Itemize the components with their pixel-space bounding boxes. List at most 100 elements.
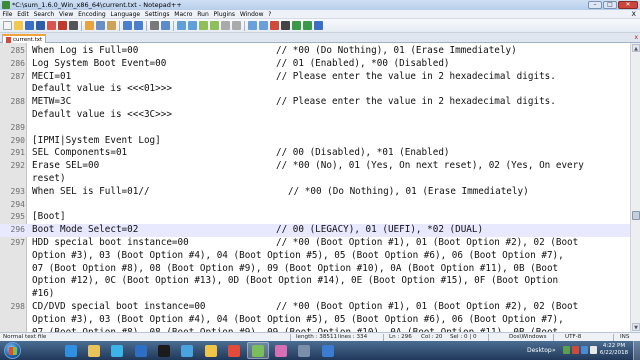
word-wrap-icon[interactable] bbox=[210, 21, 219, 30]
toolbar-expand-icon[interactable]: » bbox=[552, 341, 556, 360]
editor-line[interactable]: 294 bbox=[0, 199, 630, 212]
desktop-toolbar-label[interactable]: Desktop bbox=[527, 341, 552, 360]
tab-current-txt[interactable]: current.txt bbox=[2, 34, 47, 43]
new-file-icon[interactable] bbox=[3, 21, 12, 30]
taskbar-button[interactable] bbox=[200, 342, 222, 359]
editor-line[interactable]: 293 When SEL is Full=01// // *00 (Do Nothi… bbox=[0, 186, 630, 199]
save-macro-icon[interactable] bbox=[314, 21, 323, 30]
editor-line[interactable]: 297 HDD special boot instance=00 // *00 (B… bbox=[0, 237, 630, 250]
line-number: 285 bbox=[10, 46, 25, 55]
editor-line[interactable]: 295 [Boot] bbox=[0, 211, 630, 224]
record-macro-icon[interactable] bbox=[270, 21, 279, 30]
run-macro-multiple-icon[interactable] bbox=[303, 21, 312, 30]
close-document-button[interactable]: X bbox=[632, 10, 636, 18]
menu-window[interactable]: Window bbox=[237, 11, 265, 18]
taskbar-button[interactable] bbox=[270, 342, 292, 359]
taskbar-button[interactable] bbox=[317, 342, 339, 359]
editor-line[interactable]: Option #3), 03 (Boot Option #4), 04 (Boo… bbox=[0, 250, 630, 263]
show-desktop-button[interactable] bbox=[633, 341, 640, 360]
editor-line[interactable]: Default value is <<<01>>> bbox=[0, 83, 630, 96]
menu-macro[interactable]: Macro bbox=[172, 11, 195, 18]
editor-area[interactable]: 285 When Log is Full=00 // *00 (Do Nothing… bbox=[0, 43, 630, 332]
menu-plugins[interactable]: Plugins bbox=[211, 11, 237, 18]
taskbar-button[interactable] bbox=[130, 342, 152, 359]
scroll-down-icon[interactable]: ▼ bbox=[632, 323, 640, 331]
print-icon[interactable] bbox=[69, 21, 78, 30]
status-separator bbox=[613, 334, 614, 341]
menu-file[interactable]: File bbox=[0, 11, 15, 18]
editor-line[interactable]: Option #3), 03 (Boot Option #4), 04 (Boo… bbox=[0, 314, 630, 327]
taskbar-button[interactable] bbox=[83, 342, 105, 359]
taskbar-button[interactable] bbox=[153, 342, 175, 359]
terminal-icon bbox=[158, 344, 170, 357]
doc-map-icon[interactable] bbox=[248, 21, 257, 30]
start-button[interactable] bbox=[4, 342, 21, 359]
redo-icon[interactable] bbox=[134, 21, 143, 30]
editor-line[interactable]: 292 Erase SEL=00 // *00 (No), 01 (Yes, On … bbox=[0, 160, 630, 173]
play-macro-icon[interactable] bbox=[292, 21, 301, 30]
menu-run[interactable]: Run bbox=[195, 11, 211, 18]
copy-icon[interactable] bbox=[96, 21, 105, 30]
save-all-icon[interactable] bbox=[36, 21, 45, 30]
open-file-icon[interactable] bbox=[14, 21, 23, 30]
editor-line[interactable]: 286 Log System Boot Event=00 // 01 (Enable… bbox=[0, 58, 630, 71]
tray-icon[interactable] bbox=[572, 346, 579, 354]
clock-date: 6/22/2018 bbox=[599, 350, 629, 356]
editor-line[interactable]: 296 Boot Mode Select=02 // 00 (LEGACY), 01… bbox=[0, 224, 630, 237]
zoom-in-icon[interactable] bbox=[177, 21, 186, 30]
undo-icon[interactable] bbox=[123, 21, 132, 30]
tray-icon[interactable] bbox=[563, 346, 570, 354]
sync-scroll-icon[interactable] bbox=[199, 21, 208, 30]
taskbar-button[interactable] bbox=[247, 342, 269, 359]
paste-icon[interactable] bbox=[107, 21, 116, 30]
close-window-button[interactable]: ✕ bbox=[618, 1, 638, 9]
editor-line[interactable]: Option #12), 0C (Boot Option #13), 0D (B… bbox=[0, 275, 630, 288]
editor-line[interactable]: 289 bbox=[0, 122, 630, 135]
cut-icon[interactable] bbox=[85, 21, 94, 30]
close-file-icon[interactable] bbox=[47, 21, 56, 30]
find-icon[interactable] bbox=[150, 21, 159, 30]
menu-encoding[interactable]: Encoding bbox=[76, 11, 108, 18]
menu-view[interactable]: View bbox=[57, 11, 76, 18]
menu-help[interactable]: ? bbox=[266, 11, 274, 18]
save-icon[interactable] bbox=[25, 21, 34, 30]
vertical-scrollbar[interactable]: ▲ ▼ bbox=[630, 43, 640, 332]
tray-icon[interactable] bbox=[590, 346, 597, 354]
indent-guide-icon[interactable] bbox=[232, 21, 241, 30]
scrollbar-thumb[interactable] bbox=[632, 211, 640, 220]
editor-line[interactable]: 298 CD/DVD special boot instance=00 // *00… bbox=[0, 301, 630, 314]
taskbar-button[interactable] bbox=[176, 342, 198, 359]
taskbar-button[interactable] bbox=[106, 342, 128, 359]
clock[interactable]: 4:22 PM 6/22/2018 bbox=[598, 343, 630, 357]
scroll-up-icon[interactable]: ▲ bbox=[632, 44, 640, 52]
line-number: 297 bbox=[10, 238, 25, 247]
editor-line[interactable]: 285 When Log is Full=00 // *00 (Do Nothing… bbox=[0, 45, 630, 58]
tab-close-button[interactable]: x bbox=[634, 34, 638, 41]
show-all-chars-icon[interactable] bbox=[221, 21, 230, 30]
tray-icon[interactable] bbox=[581, 346, 588, 354]
minimize-button[interactable]: – bbox=[588, 1, 602, 9]
taskbar-button[interactable] bbox=[293, 342, 315, 359]
editor-line[interactable]: Default value is <<<3C>>> bbox=[0, 109, 630, 122]
maximize-button[interactable]: □ bbox=[603, 1, 617, 9]
close-all-icon[interactable] bbox=[58, 21, 67, 30]
menu-language[interactable]: Language bbox=[108, 11, 142, 18]
editor-line[interactable]: 288 METW=3C // Please enter the value in 2… bbox=[0, 96, 630, 109]
editor-line[interactable]: 291 SEL Components=01 // 00 (Disabled), *0… bbox=[0, 147, 630, 160]
menu-settings[interactable]: Settings bbox=[143, 11, 172, 18]
menu-search[interactable]: Search bbox=[31, 11, 56, 18]
function-list-icon[interactable] bbox=[259, 21, 268, 30]
editor-line[interactable]: #16) bbox=[0, 288, 630, 301]
taskbar-button[interactable] bbox=[223, 342, 245, 359]
editor-line[interactable]: 290 [IPMI|System Event Log] bbox=[0, 135, 630, 148]
editor-line[interactable]: 287 MECI=01 // Please enter the value in 2… bbox=[0, 71, 630, 84]
settings-icon bbox=[298, 344, 310, 357]
taskbar-button[interactable] bbox=[60, 342, 82, 359]
editor-line[interactable]: 07 (Boot Option #8), 08 (Boot Option #9)… bbox=[0, 263, 630, 276]
replace-icon[interactable] bbox=[161, 21, 170, 30]
menu-edit[interactable]: Edit bbox=[15, 11, 31, 18]
stop-macro-icon[interactable] bbox=[281, 21, 290, 30]
editor-line[interactable]: reset) bbox=[0, 173, 630, 186]
zoom-out-icon[interactable] bbox=[188, 21, 197, 30]
line-text: When Log is Full=00 bbox=[32, 45, 139, 56]
